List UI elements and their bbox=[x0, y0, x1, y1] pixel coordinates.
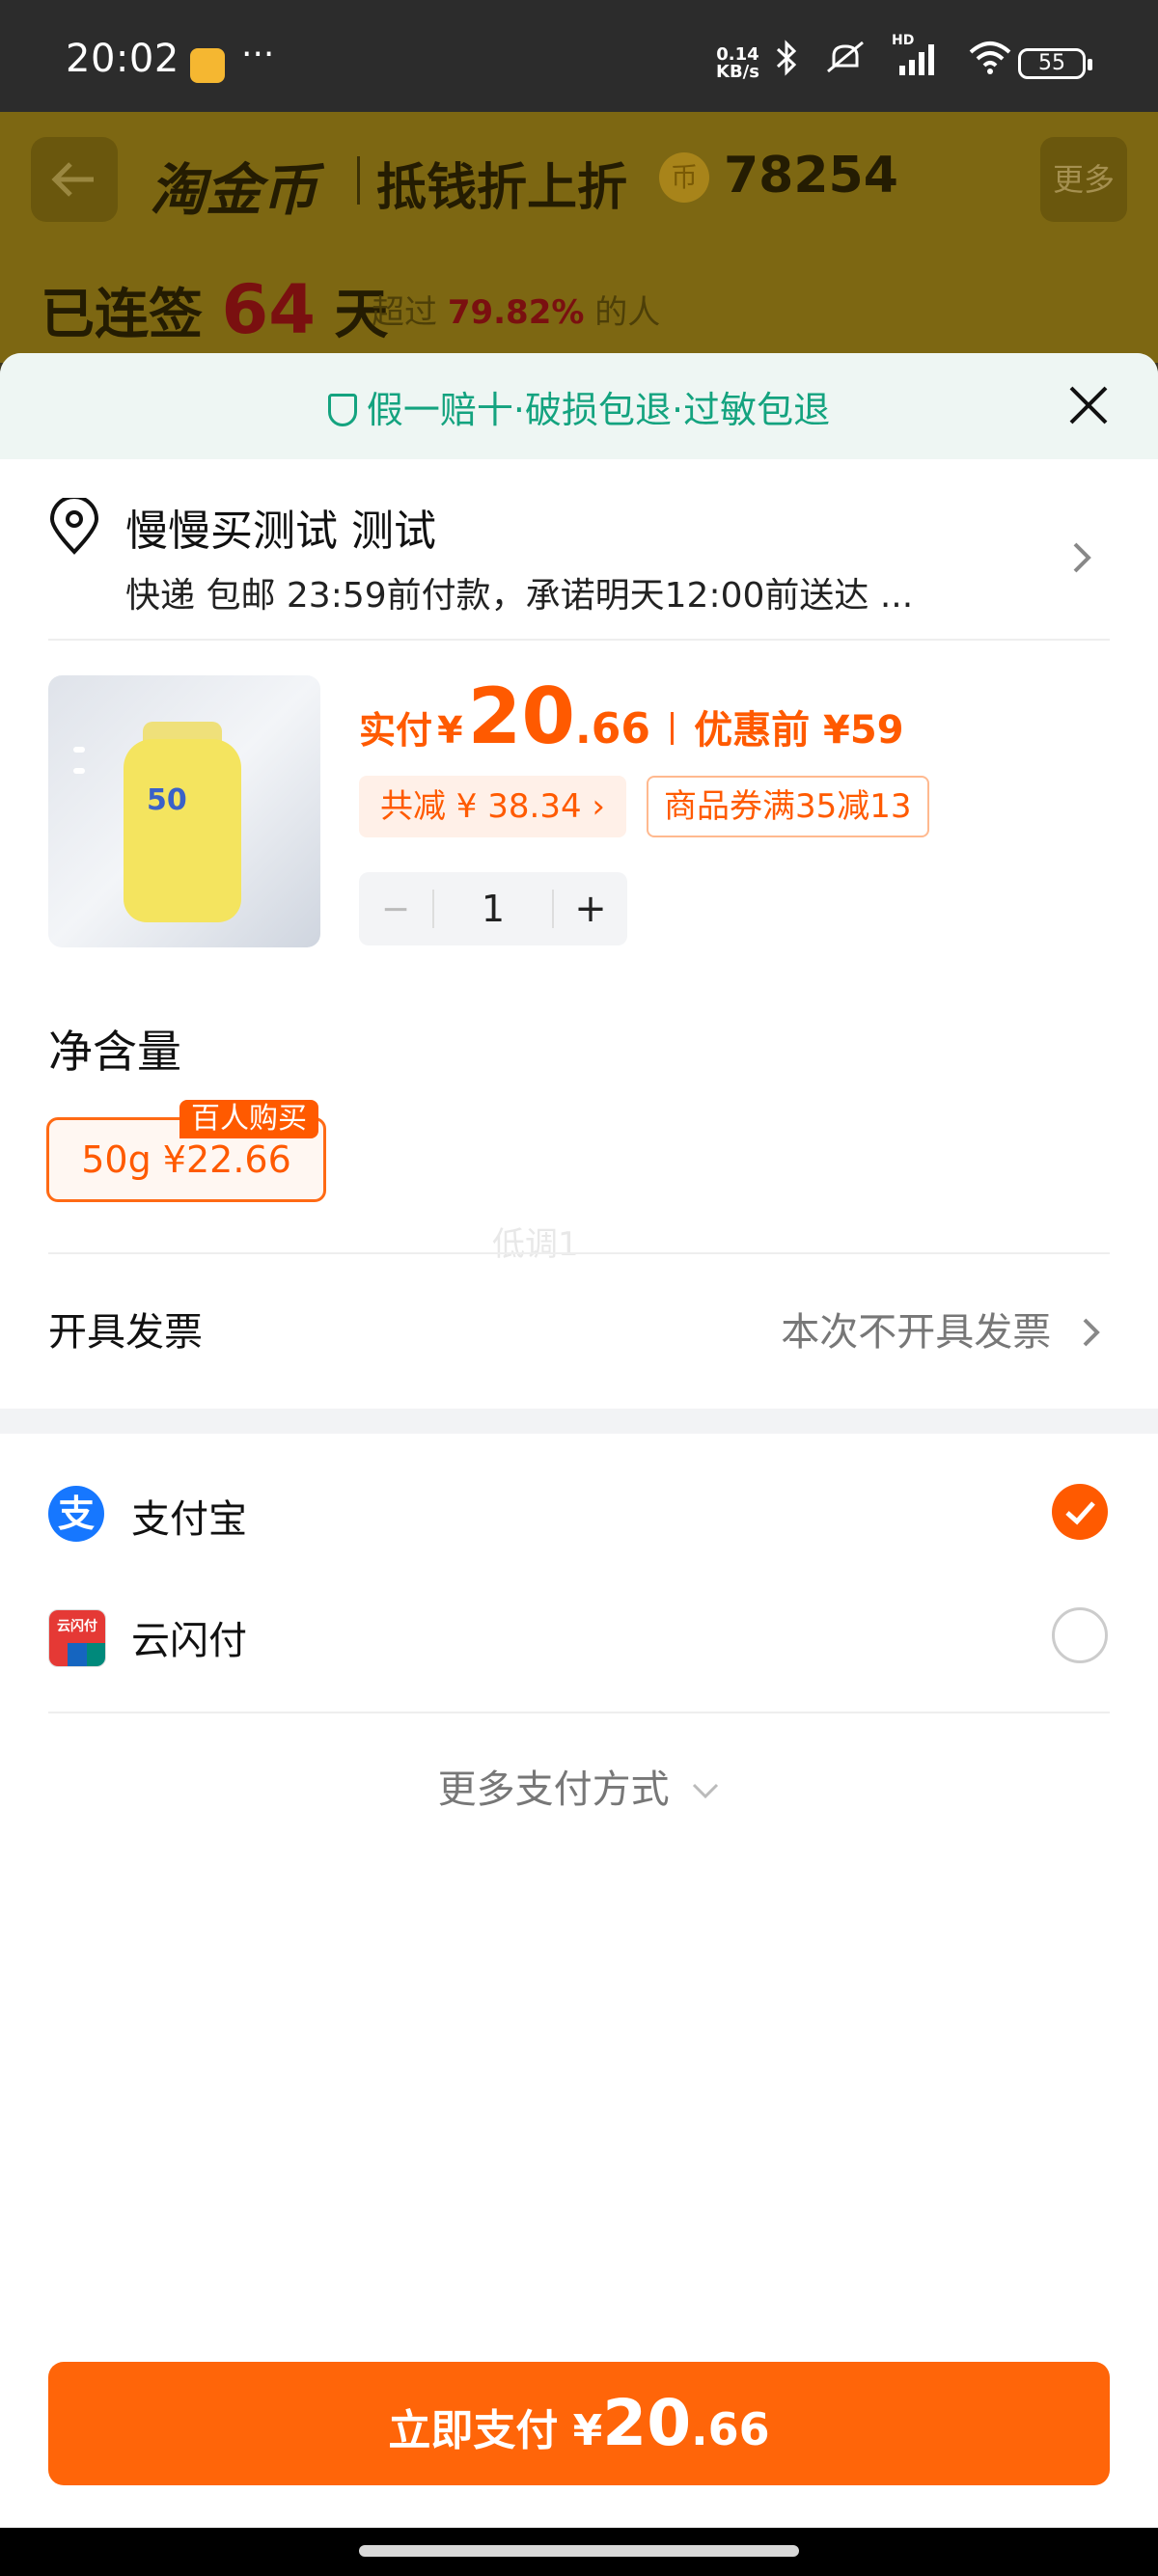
brand-title: 淘金币 bbox=[150, 157, 318, 223]
battery-icon: 55 bbox=[1018, 48, 1092, 79]
signal-label: HD bbox=[892, 33, 915, 48]
section-gap bbox=[0, 1409, 1158, 1434]
wifi-icon bbox=[969, 41, 1011, 74]
alipay-icon: 支 bbox=[48, 1486, 104, 1542]
price-dec: .66 bbox=[574, 704, 650, 754]
price-int: 20 bbox=[467, 671, 575, 761]
guarantee-banner: 假一赔十·破损包退·过敏包退 bbox=[0, 353, 1158, 459]
popular-badge: 百人购买 bbox=[179, 1100, 318, 1138]
status-time: 20:02 bbox=[66, 37, 179, 81]
divider bbox=[48, 1712, 1110, 1713]
unionpay-icon: 云闪付 bbox=[48, 1609, 106, 1667]
chevron-right-icon bbox=[1083, 1318, 1100, 1347]
unionpay-stripe bbox=[49, 1643, 105, 1666]
bottle bbox=[124, 739, 241, 922]
payment-unionpay-label[interactable]: 云闪付 bbox=[131, 1609, 247, 1665]
back-button[interactable] bbox=[31, 137, 118, 222]
sign-rank: 超过 79.82% 的人 bbox=[372, 286, 660, 333]
net-speed-unit: KB/s bbox=[716, 62, 759, 82]
signal-icon: HD bbox=[892, 33, 942, 77]
increase-button[interactable]: + bbox=[554, 887, 627, 931]
arrow-left-icon bbox=[51, 162, 94, 197]
net-speed: 0.14 KB/s bbox=[716, 46, 759, 81]
original-price: 优惠前 ¥59 bbox=[694, 708, 904, 753]
pay-amount-int: 20 bbox=[602, 2386, 692, 2460]
payment-unionpay-radio[interactable] bbox=[1052, 1607, 1108, 1663]
close-icon[interactable] bbox=[1065, 382, 1112, 428]
guarantee-line: 假一赔十·破损包退·过敏包退 bbox=[0, 380, 1158, 433]
location-pin-icon bbox=[49, 498, 99, 555]
quantity-value[interactable]: 1 bbox=[432, 890, 554, 928]
more-button[interactable]: 更多 bbox=[1040, 137, 1127, 222]
product-tag bbox=[73, 747, 85, 753]
coupon-badge: 商品券满35减13 bbox=[647, 776, 929, 837]
more-payments-label: 更多支付方式 bbox=[437, 1768, 670, 1812]
sign-days: 64 bbox=[221, 270, 316, 349]
divider bbox=[48, 1252, 1110, 1254]
status-icons: HD bbox=[774, 33, 1013, 77]
payment-alipay-label[interactable]: 支付宝 bbox=[131, 1488, 247, 1544]
home-indicator[interactable] bbox=[359, 2545, 799, 2557]
chevron-right-icon[interactable] bbox=[1069, 538, 1094, 577]
discount-badge[interactable]: 共减 ¥ 38.34 › bbox=[359, 776, 626, 837]
invoice-setting[interactable]: 本次不开具发票 bbox=[781, 1301, 1102, 1357]
address-name[interactable]: 慢慢买测试 测试 bbox=[125, 496, 436, 558]
shipping-info: 快递 包邮 23:59前付款，承诺明天12:00前送达 ... bbox=[125, 576, 914, 616]
decrease-button[interactable]: − bbox=[359, 890, 432, 929]
bluetooth-icon bbox=[776, 40, 797, 76]
navigation-bar bbox=[0, 2528, 1158, 2576]
price-line: 实付 ¥ 20.66 优惠前 ¥59 bbox=[359, 671, 904, 761]
coin-count: 78254 bbox=[724, 147, 898, 205]
quantity-stepper: − 1 + bbox=[359, 872, 627, 945]
app-notification-icon bbox=[190, 48, 225, 83]
brand-subtitle: 抵钱折上折 bbox=[376, 159, 628, 217]
mute-icon bbox=[827, 41, 864, 73]
unionpay-icon-text: 云闪付 bbox=[49, 1610, 105, 1643]
title-divider bbox=[357, 156, 360, 205]
coin-icon: 币 bbox=[659, 152, 709, 203]
status-bar: 20:02 ··· 0.14 KB/s HD 55 bbox=[0, 0, 1158, 112]
more-payments-button[interactable]: 更多支付方式 bbox=[0, 1758, 1158, 1814]
divider bbox=[48, 639, 1110, 641]
product-tag bbox=[73, 768, 85, 774]
payment-alipay-radio[interactable] bbox=[1052, 1484, 1108, 1540]
invoice-value: 本次不开具发票 bbox=[781, 1310, 1052, 1355]
pay-amount-dec: .66 bbox=[691, 2403, 770, 2455]
chevron-down-icon bbox=[693, 1783, 719, 1799]
price-separator bbox=[671, 712, 675, 745]
check-icon bbox=[1065, 1501, 1095, 1525]
pay-now-button[interactable]: 立即支付 ¥20.66 bbox=[48, 2362, 1110, 2485]
checkout-sheet: 假一赔十·破损包退·过敏包退 慢慢买测试 测试 快递 包邮 23:59前付款，承… bbox=[0, 353, 1158, 2528]
currency-symbol: ¥ bbox=[437, 709, 463, 752]
shield-check-icon bbox=[327, 394, 357, 426]
price-label: 实付 bbox=[359, 709, 433, 752]
rank-suffix: 的人 bbox=[594, 293, 661, 332]
spec-title: 净含量 bbox=[48, 1026, 181, 1078]
invoice-label: 开具发票 bbox=[48, 1310, 203, 1355]
watermark: 低调1 bbox=[492, 1225, 579, 1264]
rank-prefix: 超过 bbox=[372, 293, 437, 332]
bottle-label: 50 bbox=[147, 783, 187, 817]
more-notifications-icon: ··· bbox=[241, 35, 275, 74]
guarantee-text: 假一赔十·破损包退·过敏包退 bbox=[366, 389, 831, 431]
sign-prefix: 已连签 bbox=[41, 284, 203, 346]
sign-streak: 已连签 64 天 bbox=[41, 270, 388, 349]
product-image[interactable]: 50 bbox=[48, 675, 320, 947]
pay-label: 立即支付 ¥ bbox=[388, 2406, 603, 2455]
rank-pct: 79.82% bbox=[447, 293, 585, 332]
